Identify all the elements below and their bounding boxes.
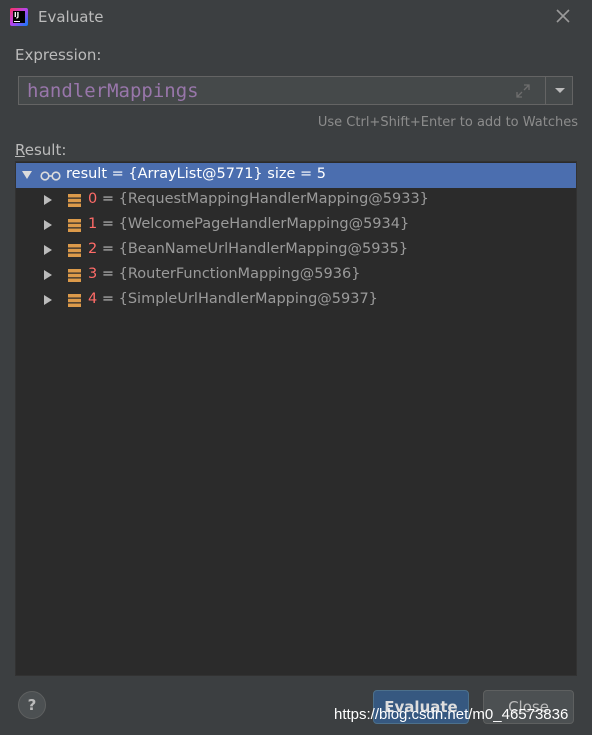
history-dropdown-button[interactable]	[545, 77, 573, 104]
window-title: Evaluate	[38, 8, 104, 26]
expand-icon[interactable]	[515, 83, 531, 99]
chevron-down-icon	[555, 88, 565, 93]
result-name: result	[66, 166, 108, 182]
expand-arrow-icon[interactable]	[42, 219, 54, 231]
watch-glasses-icon	[40, 171, 61, 181]
expand-arrow-icon[interactable]	[42, 244, 54, 256]
field-list-icon	[68, 244, 81, 257]
title-bar: IJ Evaluate	[0, 0, 592, 36]
result-value: {ArrayList@5771} size = 5	[128, 166, 326, 182]
help-button[interactable]: ?	[18, 691, 46, 719]
watches-hint: Use Ctrl+Shift+Enter to add to Watches	[317, 115, 578, 130]
expand-arrow-icon[interactable]	[42, 294, 54, 306]
expand-arrow-icon[interactable]	[42, 194, 54, 206]
intellij-app-icon: IJ	[10, 8, 28, 26]
collapse-arrow-icon[interactable]	[21, 169, 33, 181]
field-list-icon	[68, 294, 81, 307]
tree-row[interactable]: 3 = {RouterFunctionMapping@5936}	[16, 263, 576, 288]
expand-arrow-icon[interactable]	[42, 269, 54, 281]
tree-row-root[interactable]: result = {ArrayList@5771} size = 5	[16, 163, 576, 188]
field-list-icon	[68, 219, 81, 232]
close-icon[interactable]	[553, 6, 573, 26]
field-list-icon	[68, 194, 81, 207]
result-tree[interactable]: result = {ArrayList@5771} size = 5 0 = {…	[15, 161, 577, 676]
tree-row[interactable]: 4 = {SimpleUrlHandlerMapping@5937}	[16, 288, 576, 313]
field-list-icon	[68, 269, 81, 282]
expression-input[interactable]: handlerMappings	[18, 76, 573, 105]
expression-label: Expression:	[15, 46, 102, 64]
expression-text[interactable]: handlerMappings	[27, 80, 199, 102]
tree-row[interactable]: 2 = {BeanNameUrlHandlerMapping@5935}	[16, 238, 576, 263]
tree-row[interactable]: 0 = {RequestMappingHandlerMapping@5933}	[16, 188, 576, 213]
watermark-text: https://blog.csdn.net/m0_46573836	[334, 706, 569, 723]
tree-row[interactable]: 1 = {WelcomePageHandlerMapping@5934}	[16, 213, 576, 238]
result-label: Result:	[15, 141, 67, 159]
